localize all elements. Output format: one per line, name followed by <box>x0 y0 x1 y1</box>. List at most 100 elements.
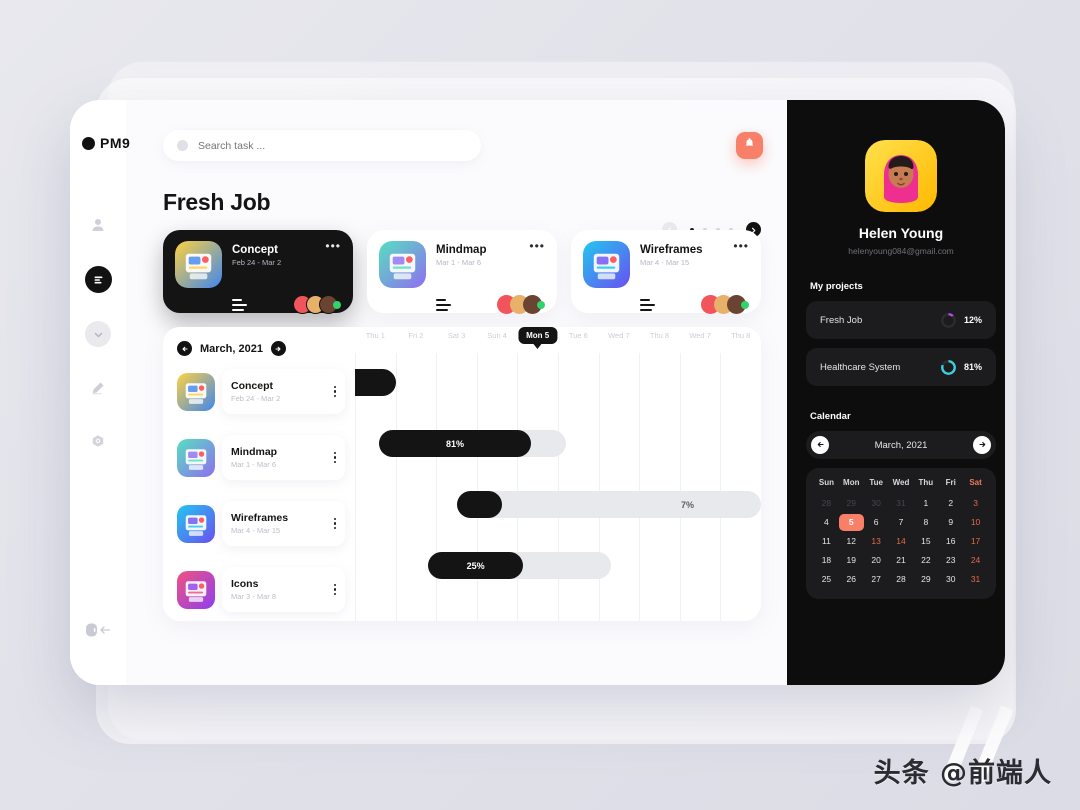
task-more-button[interactable] <box>333 517 336 530</box>
gantt-next-month-button[interactable] <box>270 341 286 356</box>
sidebar-item-tasks[interactable] <box>84 266 112 293</box>
gantt-prev-month-button[interactable] <box>177 341 192 356</box>
arrow-left-icon <box>816 436 825 454</box>
task-date-range: Mar 4 - Mar 15 <box>231 526 281 535</box>
avatar[interactable] <box>865 140 937 212</box>
notifications-button[interactable] <box>736 132 763 159</box>
project-name: Healthcare System <box>820 361 901 373</box>
search-bar[interactable] <box>163 130 481 161</box>
calendar-day[interactable]: 30 <box>864 495 889 512</box>
task-date-range: Feb 24 - Mar 2 <box>231 394 281 403</box>
sidebar-item-settings[interactable] <box>85 429 111 455</box>
calendar-day[interactable]: 14 <box>889 533 914 550</box>
calendar-day[interactable]: 3 <box>963 495 988 512</box>
task-more-button[interactable] <box>333 583 336 596</box>
calendar-day[interactable]: 24 <box>963 552 988 569</box>
calendar-day[interactable]: 15 <box>913 533 938 550</box>
sidebar-item-edit[interactable] <box>85 375 111 401</box>
table-row[interactable]: Icons Mar 3 - Mar 8 <box>163 559 355 620</box>
table-row[interactable]: Concept Feb 24 - Mar 2 <box>163 361 355 422</box>
gantt-panel: March, 2021 Concept Feb 24 - Mar 2 Mindmap… <box>163 327 761 621</box>
task-card[interactable]: Wireframes Mar 4 - Mar 15 <box>222 501 345 546</box>
calendar-day[interactable]: 16 <box>938 533 963 550</box>
project-date-range: Mar 4 - Mar 15 <box>640 258 690 267</box>
calendar-day[interactable]: 9 <box>938 514 963 531</box>
project-card[interactable]: ••• Mindmap Mar 1 - Mar 6 <box>367 230 557 314</box>
calendar-day[interactable]: 19 <box>839 552 864 569</box>
calendar-day[interactable]: 26 <box>839 571 864 588</box>
gantt-month-nav: March, 2021 <box>163 341 355 356</box>
gantt-day-label: Thu 1 <box>365 331 385 340</box>
calendar-day[interactable]: 1 <box>913 495 938 512</box>
table-row[interactable]: Wireframes Mar 4 - Mar 15 <box>163 493 355 554</box>
gantt-grid-line <box>476 353 478 621</box>
table-row[interactable]: Mindmap Mar 1 - Mar 6 <box>163 427 355 488</box>
calendar-day[interactable]: 25 <box>814 571 839 588</box>
card-more-button[interactable]: ••• <box>733 240 749 252</box>
calendar-day[interactable]: 22 <box>913 552 938 569</box>
calendar-weekday-header: Fri <box>945 478 956 487</box>
sidebar-item-profile[interactable] <box>85 212 111 238</box>
gantt-bar-track[interactable]: 7% <box>456 491 761 518</box>
task-more-button[interactable] <box>333 385 336 398</box>
project-progress-row[interactable]: Healthcare System 81% <box>806 348 996 386</box>
project-card[interactable]: ••• Wireframes Mar 4 - Mar 15 <box>571 230 761 314</box>
calendar-day[interactable]: 31 <box>889 495 914 512</box>
calendar-day[interactable]: 29 <box>913 571 938 588</box>
calendar-day[interactable]: 21 <box>889 552 914 569</box>
profile-email: helenyoung084@gmail.com <box>848 246 954 256</box>
status-badge <box>741 300 749 309</box>
task-more-button[interactable] <box>333 451 336 464</box>
project-progress-row[interactable]: Fresh Job 12% <box>806 301 996 339</box>
calendar-day[interactable]: 8 <box>913 514 938 531</box>
calendar-day[interactable]: 28 <box>814 495 839 512</box>
projects-list: Fresh Job 12% Healthcare System 81% <box>806 301 996 386</box>
search-input[interactable] <box>198 139 467 152</box>
calendar-day[interactable]: 27 <box>864 571 889 588</box>
calendar-next-button[interactable] <box>973 436 991 454</box>
pen-icon <box>90 380 106 396</box>
task-name: Mindmap <box>231 446 278 458</box>
right-panel: Helen Young helenyoung084@gmail.com My p… <box>787 100 1005 685</box>
calendar-day[interactable]: 30 <box>938 571 963 588</box>
gantt-grid-line <box>517 353 519 621</box>
calendar-day[interactable]: 17 <box>963 533 988 550</box>
calendar-day[interactable]: 23 <box>938 552 963 569</box>
gantt-bar-track[interactable]: 81% <box>379 430 567 457</box>
projects-section-title: My projects <box>810 281 863 292</box>
calendar-day[interactable]: 28 <box>889 571 914 588</box>
task-card[interactable]: Concept Feb 24 - Mar 2 <box>222 369 345 414</box>
calendar-day[interactable]: 13 <box>864 533 889 550</box>
calendar-day[interactable]: 4 <box>814 514 839 531</box>
app-logo[interactable]: PM9 <box>82 135 130 151</box>
watermark: 头条 @前端人 <box>873 758 1052 789</box>
gantt-bar-track[interactable]: 25% <box>428 552 611 579</box>
project-card[interactable]: ••• Concept Feb 24 - Mar 2 <box>163 230 353 314</box>
card-more-button[interactable]: ••• <box>529 240 545 252</box>
sidebar-item-messages[interactable] <box>85 321 111 347</box>
gantt-day-label: Sat 3 <box>447 331 466 340</box>
calendar-day[interactable]: 2 <box>938 495 963 512</box>
calendar-day[interactable]: 12 <box>839 533 864 550</box>
card-more-button[interactable]: ••• <box>325 240 341 252</box>
calendar-prev-button[interactable] <box>811 436 829 454</box>
calendar-day[interactable]: 18 <box>814 552 839 569</box>
calendar-day[interactable]: 20 <box>864 552 889 569</box>
task-card[interactable]: Icons Mar 3 - Mar 8 <box>222 567 345 612</box>
calendar-day[interactable]: 31 <box>963 571 988 588</box>
calendar-day[interactable]: 10 <box>963 514 988 531</box>
task-thumbnail <box>177 372 215 411</box>
calendar-day[interactable]: 7 <box>889 514 914 531</box>
gantt-day-label: Wed 7 <box>608 331 630 340</box>
task-card[interactable]: Mindmap Mar 1 - Mar 6 <box>222 435 345 480</box>
gantt-grid-line <box>639 353 641 621</box>
calendar-body: Sun Mon Tue Wed Thu Fri Sat 28 29 30 31 1 2 3 4 5 6 7 8 9 10… <box>806 468 996 599</box>
calendar-day-selected[interactable]: 5 <box>838 514 864 531</box>
calendar-day[interactable]: 29 <box>839 495 864 512</box>
task-date-range: Mar 1 - Mar 6 <box>231 460 277 469</box>
calendar-day[interactable]: 6 <box>864 514 889 531</box>
chat-icon <box>92 328 105 341</box>
logout-button[interactable] <box>85 622 111 643</box>
calendar-day[interactable]: 11 <box>814 533 839 550</box>
gantt-grid-line <box>436 353 438 621</box>
